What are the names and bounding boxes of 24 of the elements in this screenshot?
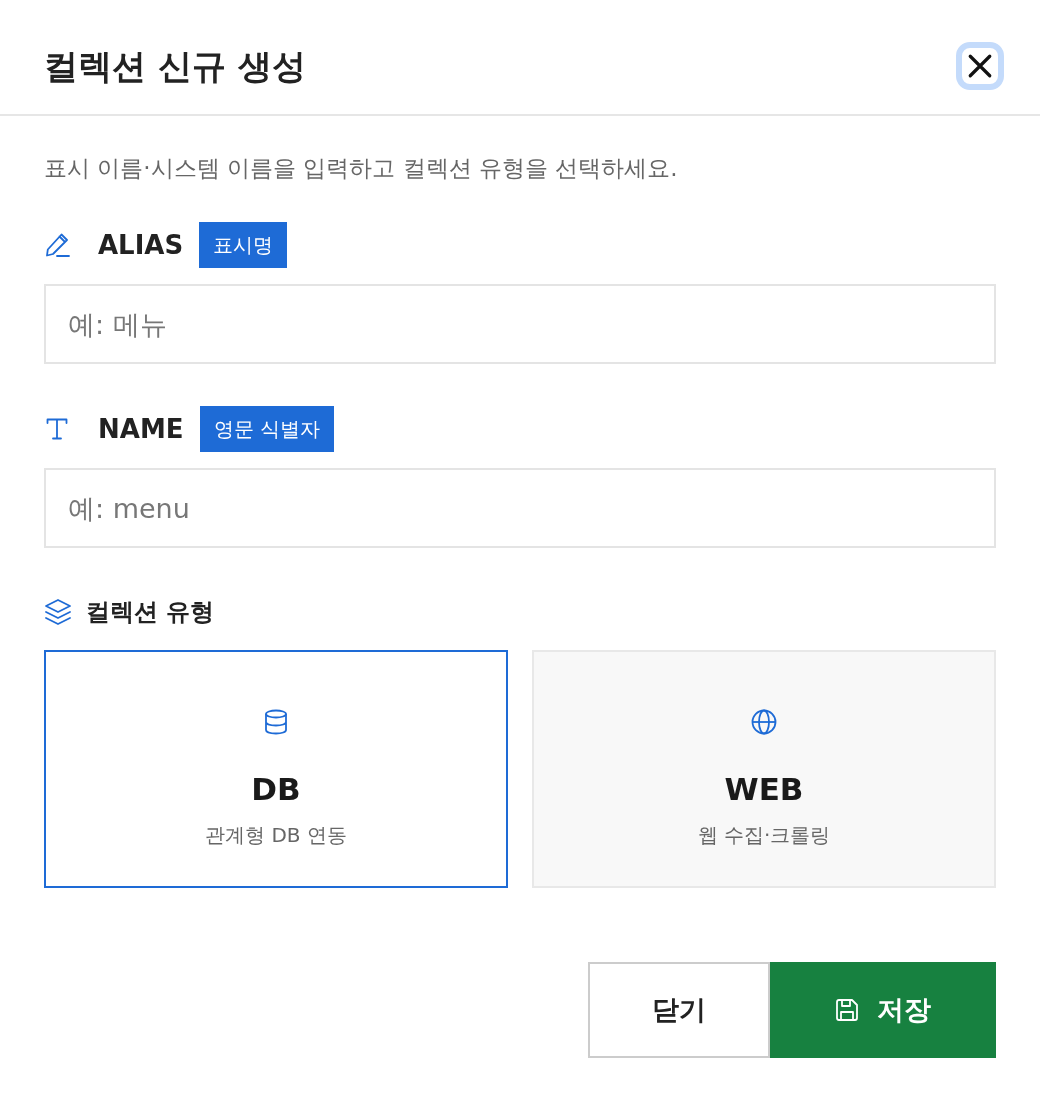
database-icon [263, 709, 289, 735]
option-description: 관계형 DB 연동 [205, 822, 347, 849]
field-tag: 표시명 [199, 222, 288, 268]
globe-icon [751, 709, 777, 735]
option-title: WEB [724, 770, 804, 809]
field-label: NAME [98, 413, 184, 446]
close-dialog-button[interactable]: 닫기 [588, 962, 770, 1058]
dialog-title: 컬렉션 신규 생성 [44, 45, 306, 88]
section-title: 컬렉션 유형 [86, 597, 215, 628]
option-title: DB [251, 770, 301, 809]
close-button[interactable] [956, 42, 1004, 90]
type-option-card[interactable]: WEB 웹 수집·크롤링 [532, 650, 996, 888]
text-icon [46, 418, 68, 440]
input-field[interactable]: 예: menu [44, 468, 996, 548]
option-description: 웹 수집·크롤링 [697, 822, 831, 849]
field-label: ALIAS [98, 229, 184, 262]
save-button[interactable]: 저장 [770, 962, 996, 1058]
type-option-card[interactable]: DB 관계형 DB 연동 [44, 650, 508, 888]
close-icon [967, 53, 993, 79]
description-text: 표시 이름·시스템 이름을 입력하고 컬렉션 유형을 선택하세요. [44, 154, 679, 183]
pencil-icon [44, 232, 70, 258]
field-tag: 영문 식별자 [199, 406, 334, 452]
input-field[interactable]: 예: 메뉴 [44, 284, 996, 364]
layers-icon [44, 598, 72, 626]
